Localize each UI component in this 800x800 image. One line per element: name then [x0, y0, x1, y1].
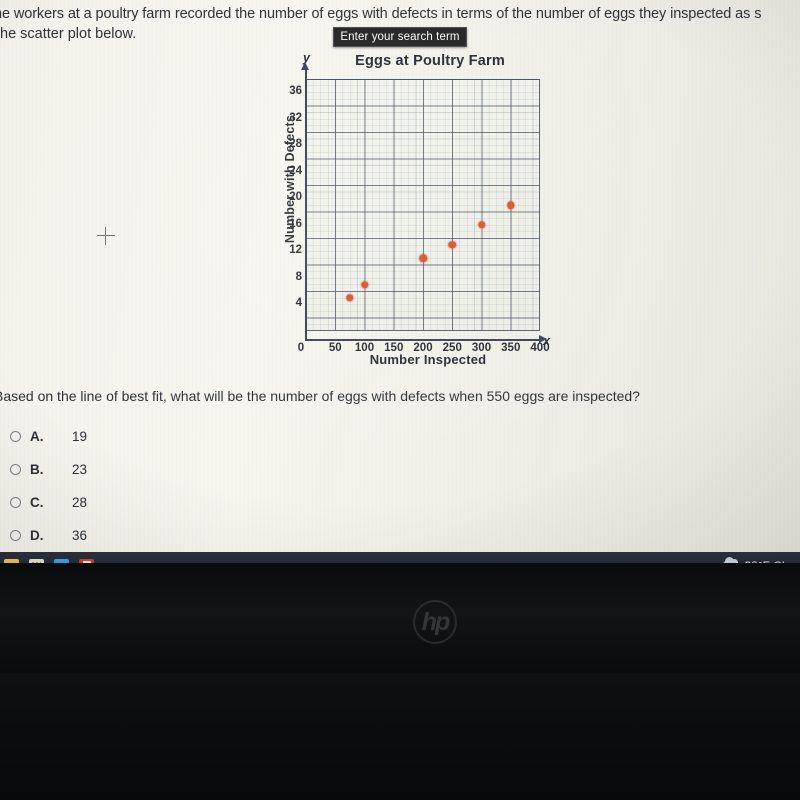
radio-button[interactable] [10, 464, 21, 475]
x-axis-line [305, 339, 540, 341]
chart-title: Eggs at Poultry Farm [355, 53, 505, 69]
y-axis-tick-label: 28 [289, 138, 302, 151]
y-axis-arrow-icon [301, 62, 309, 70]
radio-button[interactable] [10, 530, 21, 541]
x-axis-tick-labels: 50 100 150 200 250 300 350 400 [306, 342, 550, 360]
answer-choice-letter: B. [30, 462, 44, 477]
laptop-body: F2⌨F3F4◁)F5◁-F6◁+F7⏮F8⏯F9⏭F10✈insprt sc … [0, 563, 800, 800]
plot-area [306, 79, 540, 331]
y-axis-tick-label: 8 [295, 270, 302, 283]
data-point [477, 221, 486, 229]
answer-choice-d[interactable]: D. 36 [10, 519, 310, 552]
data-point [360, 280, 369, 289]
minor-gridlines [306, 79, 540, 331]
answer-choice-c[interactable]: C. 28 [10, 486, 310, 519]
crosshair-cursor-icon [97, 227, 115, 245]
y-axis-tick-labels: 4 8 12 16 20 24 28 32 36 [266, 79, 302, 331]
answer-choice-value: 28 [72, 495, 88, 510]
search-input-placeholder: Enter your search term [340, 31, 460, 43]
y-axis-tick-label: 24 [289, 164, 302, 177]
y-axis-tick-label: 32 [289, 111, 302, 124]
answer-prompt: Based on the line of best fit, what will… [0, 388, 640, 404]
answer-choice-value: 36 [72, 528, 88, 543]
question-text-line-2: the scatter plot below. [0, 26, 137, 42]
data-point [448, 241, 456, 249]
answer-choice-list: A. 19 B. 23 C. 28 D. 36 [10, 420, 310, 552]
answer-choice-letter: A. [30, 429, 44, 444]
search-input[interactable]: Enter your search term [333, 27, 467, 47]
answer-choice-b[interactable]: B. 23 [10, 453, 310, 486]
hp-logo: hp [413, 600, 457, 644]
screenshot-root: he workers at a poultry farm recorded th… [0, 0, 800, 800]
data-point [346, 294, 354, 302]
answer-choice-letter: D. [30, 528, 44, 543]
laptop-bezel [0, 563, 800, 673]
data-point [419, 254, 427, 262]
y-axis-tick-label: 12 [289, 244, 302, 257]
answer-choice-value: 19 [72, 429, 88, 444]
answer-choice-a[interactable]: A. 19 [10, 420, 310, 453]
y-axis-tick-label: 4 [295, 297, 302, 310]
y-axis-tick-label: 16 [289, 217, 302, 230]
question-text-line-1: he workers at a poultry farm recorded th… [0, 6, 762, 22]
radio-button[interactable] [10, 497, 21, 508]
x-axis-tick-label: 400 [530, 342, 550, 354]
monitor-screen: he workers at a poultry farm recorded th… [0, 0, 800, 580]
data-point [507, 201, 515, 209]
y-axis-tick-label: 36 [289, 85, 302, 98]
radio-button[interactable] [10, 431, 21, 442]
y-axis-line [305, 68, 307, 340]
answer-choice-letter: C. [30, 495, 44, 510]
major-gridlines [306, 79, 540, 331]
y-axis-tick-label: 20 [289, 191, 302, 204]
scatter-plot-figure: Eggs at Poultry Farm y x Number with Def… [258, 46, 558, 376]
plot-border [306, 79, 540, 331]
answer-choice-value: 23 [72, 462, 88, 477]
